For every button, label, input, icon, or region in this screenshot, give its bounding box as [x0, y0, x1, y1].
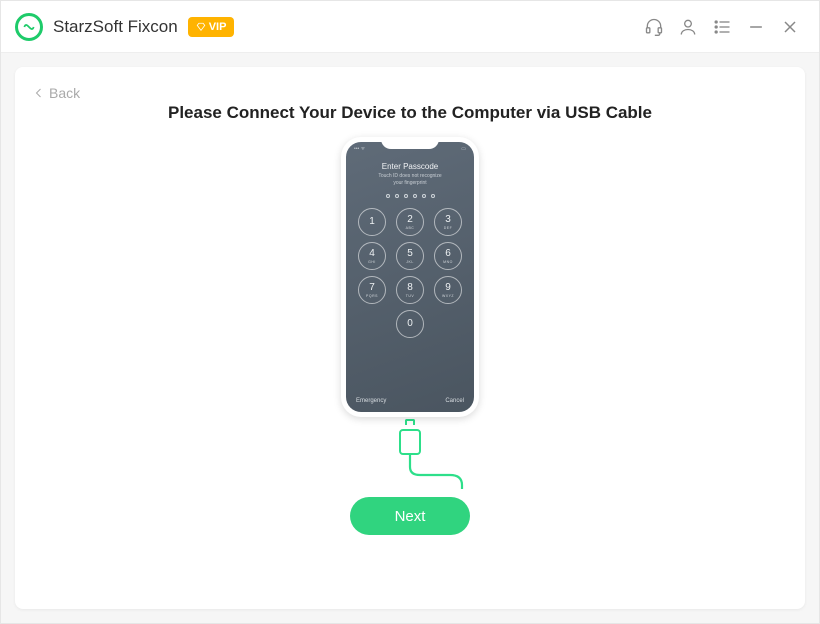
user-icon[interactable]	[673, 12, 703, 42]
usb-connector-body	[399, 429, 421, 455]
usb-connector-tip	[405, 419, 415, 425]
key-8: 8TUV	[396, 276, 424, 304]
passcode-subtitle: Touch ID does not recognize your fingerp…	[378, 173, 441, 186]
diamond-icon	[196, 22, 206, 32]
vip-badge: VIP	[188, 17, 235, 37]
next-button[interactable]: Next	[350, 497, 470, 535]
key-0: 0	[396, 310, 424, 338]
minimize-icon[interactable]	[741, 12, 771, 42]
key-7: 7PQRS	[358, 276, 386, 304]
vip-label: VIP	[209, 21, 227, 33]
battery-icon: ▭	[461, 146, 466, 152]
signal-icon: ••• ᯤ	[354, 146, 365, 152]
phone-screen: ••• ᯤ ▭ Enter Passcode Touch ID does not…	[346, 142, 474, 412]
key-1: 1	[358, 208, 386, 236]
chevron-left-icon	[33, 87, 45, 99]
page-heading: Please Connect Your Device to the Comput…	[168, 103, 652, 123]
content-area: Back Please Connect Your Device to the C…	[1, 53, 819, 623]
passcode-title: Enter Passcode	[382, 162, 438, 171]
menu-icon[interactable]	[707, 12, 737, 42]
app-title: StarzSoft Fixcon	[53, 17, 178, 37]
key-3: 3DEF	[434, 208, 462, 236]
key-4: 4GHI	[358, 242, 386, 270]
key-9: 9WXYZ	[434, 276, 462, 304]
phone-illustration: ••• ᯤ ▭ Enter Passcode Touch ID does not…	[341, 137, 479, 417]
keypad: 1 2ABC 3DEF 4GHI 5JKL 6MNO 7PQRS 8TUV 9W…	[358, 208, 462, 338]
usb-cable-icon	[350, 453, 470, 489]
cancel-label: Cancel	[445, 398, 464, 404]
phone-footer: Emergency Cancel	[346, 398, 474, 404]
passcode-dots	[386, 194, 435, 198]
close-icon[interactable]	[775, 12, 805, 42]
key-2: 2ABC	[396, 208, 424, 236]
back-label: Back	[49, 85, 80, 101]
main-card: Back Please Connect Your Device to the C…	[15, 67, 805, 609]
app-logo-icon	[15, 13, 43, 41]
emergency-label: Emergency	[356, 398, 386, 404]
phone-notch	[381, 137, 439, 149]
titlebar: StarzSoft Fixcon VIP	[1, 1, 819, 53]
app-window: StarzSoft Fixcon VIP Back Please	[0, 0, 820, 624]
headset-icon[interactable]	[639, 12, 669, 42]
usb-cable-illustration	[350, 419, 470, 489]
next-button-label: Next	[395, 508, 426, 525]
key-6: 6MNO	[434, 242, 462, 270]
back-button[interactable]: Back	[33, 85, 80, 101]
key-5: 5JKL	[396, 242, 424, 270]
